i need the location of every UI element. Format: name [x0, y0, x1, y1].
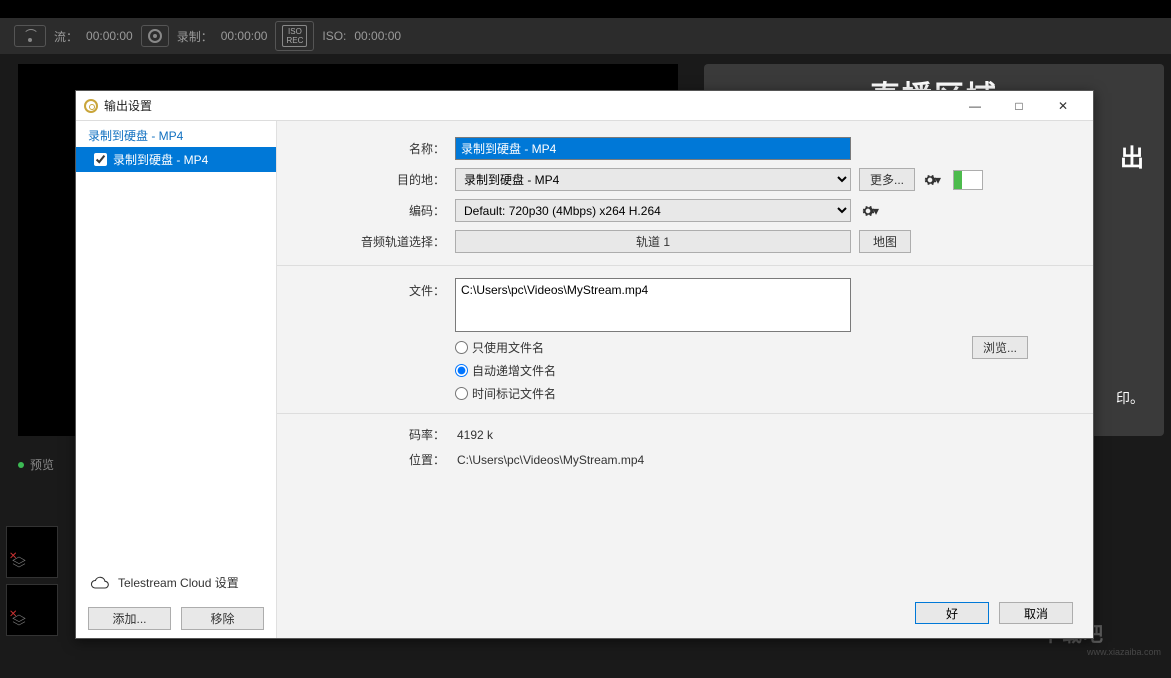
file-label: 文件： [277, 278, 455, 299]
browse-button[interactable]: 浏览... [972, 336, 1028, 359]
wifi-icon [21, 29, 39, 43]
record-time: 00:00:00 [221, 29, 268, 43]
dialog-title: 输出设置 [104, 97, 947, 114]
preview-status: 预览 [18, 456, 54, 473]
timestamp-label: 时间标记文件名 [472, 385, 556, 402]
record-icon [148, 29, 162, 43]
name-label: 名称： [277, 140, 455, 157]
cloud-icon [90, 576, 110, 590]
encoding-select[interactable]: Default: 720p30 (4Mbps) x264 H.264 [455, 199, 851, 222]
preview-label: 预览 [30, 456, 54, 473]
filename-only-radio[interactable] [455, 341, 468, 354]
sidebar-item-checkbox[interactable] [94, 153, 107, 166]
maximize-button[interactable]: □ [997, 92, 1041, 120]
live-subtext: 印。 [1116, 388, 1144, 408]
encoding-gear-button[interactable]: ▾ [859, 200, 881, 222]
stream-time: 00:00:00 [86, 29, 133, 43]
destination-label: 目的地： [277, 171, 455, 188]
stream-status-box[interactable] [14, 25, 46, 47]
record-label: 录制： [177, 28, 213, 45]
auto-increment-label: 自动递增文件名 [472, 362, 556, 379]
source-thumb[interactable]: ✕ [6, 584, 58, 636]
destination-select[interactable]: 录制到硬盘 - MP4 [455, 168, 851, 191]
map-button[interactable]: 地图 [859, 230, 911, 253]
output-settings-dialog: 输出设置 — □ ✕ 录制到硬盘 - MP4 录制到硬盘 - MP4 Teles… [75, 90, 1094, 639]
auto-increment-radio[interactable] [455, 364, 468, 377]
iso-box[interactable]: ISO REC [275, 21, 314, 51]
iso-top: ISO [288, 27, 302, 36]
more-button[interactable]: 更多... [859, 168, 915, 191]
audio-track-label: 音频轨道选择： [277, 233, 455, 250]
name-input[interactable] [455, 137, 851, 160]
timestamp-radio[interactable] [455, 387, 468, 400]
layers-icon [11, 555, 27, 571]
minimize-button[interactable]: — [953, 92, 997, 120]
file-textarea[interactable] [455, 278, 851, 332]
source-thumb[interactable]: ✕ [6, 526, 58, 578]
location-value: C:\Users\pc\Videos\MyStream.mp4 [455, 453, 644, 467]
cloud-label: Telestream Cloud 设置 [118, 574, 239, 591]
record-status-box[interactable] [141, 25, 169, 47]
dialog-main: 名称： 目的地： 录制到硬盘 - MP4 更多... ▾ [277, 121, 1093, 638]
layers-icon [11, 613, 27, 629]
sidebar-header: 录制到硬盘 - MP4 [76, 121, 276, 147]
status-indicator [953, 170, 983, 190]
iso-bot: REC [286, 36, 303, 45]
sidebar-item-record[interactable]: 录制到硬盘 - MP4 [76, 147, 276, 172]
ok-button[interactable]: 好 [915, 602, 989, 624]
app-logo-icon [84, 99, 98, 113]
status-dot-icon [18, 462, 24, 468]
location-label: 位置： [277, 451, 455, 468]
audio-track-button[interactable]: 轨道 1 [455, 230, 851, 253]
close-button[interactable]: ✕ [1041, 92, 1085, 120]
iso-label: ISO: [322, 29, 346, 43]
dialog-sidebar: 录制到硬盘 - MP4 录制到硬盘 - MP4 Telestream Cloud… [76, 121, 277, 638]
dialog-titlebar[interactable]: 输出设置 — □ ✕ [76, 91, 1093, 121]
iso-time: 00:00:00 [354, 29, 401, 43]
remove-button[interactable]: 移除 [181, 607, 264, 630]
telestream-cloud-link[interactable]: Telestream Cloud 设置 [88, 566, 264, 599]
stream-label: 流： [54, 28, 78, 45]
cancel-button[interactable]: 取消 [999, 602, 1073, 624]
sidebar-item-label: 录制到硬盘 - MP4 [113, 151, 208, 168]
watermark-url: www.xiazaiba.com [1041, 647, 1161, 657]
bitrate-label: 码率： [277, 426, 455, 443]
add-button[interactable]: 添加... [88, 607, 171, 630]
filename-only-label: 只使用文件名 [472, 339, 544, 356]
encoding-label: 编码： [277, 202, 455, 219]
destination-gear-button[interactable]: ▾ [921, 169, 943, 191]
background-toolbar: 流： 00:00:00 录制： 00:00:00 ISO REC ISO: 00… [0, 18, 1171, 54]
live-sub: 出 [1120, 138, 1144, 173]
bitrate-value: 4192 k [455, 428, 493, 442]
